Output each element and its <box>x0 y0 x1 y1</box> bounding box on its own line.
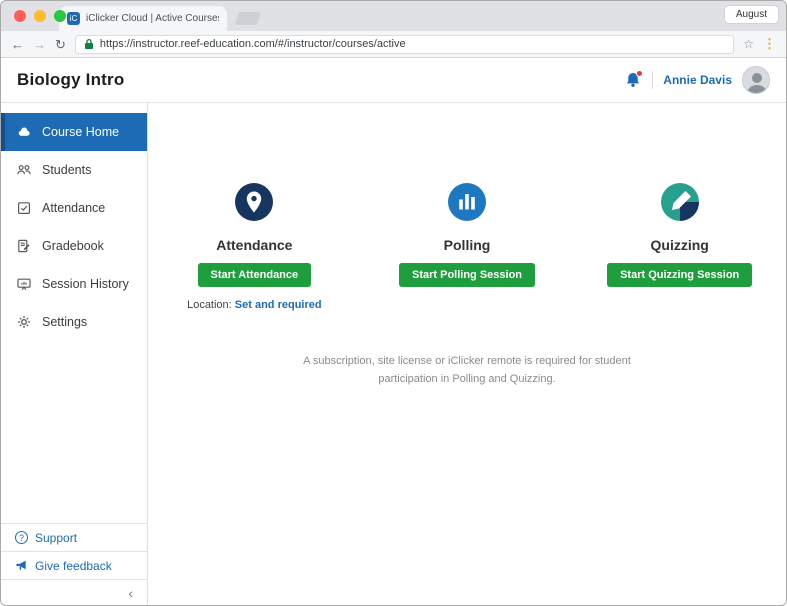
gradebook-icon <box>16 238 32 254</box>
user-menu[interactable]: Annie Davis <box>663 73 732 87</box>
tab-title: iClicker Cloud | Active Courses <box>86 13 219 24</box>
people-icon <box>16 162 32 178</box>
sidebar-item-session-history[interactable]: Session History <box>1 265 147 303</box>
sidebar-item-course-home[interactable]: Course Home <box>1 113 147 151</box>
cloud-icon <box>16 124 32 140</box>
sidebar-item-label: Settings <box>42 315 87 329</box>
date-label-button[interactable]: August <box>725 6 778 23</box>
location-label: Location: <box>187 299 232 311</box>
sidebar-item-label: Students <box>42 163 91 177</box>
note-line-2: participation in Polling and Quizzing. <box>303 371 631 389</box>
polling-card: Polling Start Polling Session <box>361 183 574 311</box>
avatar[interactable] <box>742 66 770 94</box>
reload-icon[interactable]: ↻ <box>55 38 66 51</box>
sidebar-item-students[interactable]: Students <box>1 151 147 189</box>
location-set-link[interactable]: Set and required <box>235 299 322 311</box>
new-tab-button[interactable] <box>235 12 261 25</box>
support-label: Support <box>35 531 77 545</box>
app-header: Biology Intro Annie Davis <box>1 58 786 103</box>
close-window-button[interactable] <box>14 10 26 22</box>
help-icon: ? <box>15 531 28 544</box>
card-title: Polling <box>444 237 491 253</box>
browser-menu-icon[interactable]: ⋮ <box>763 36 776 52</box>
browser-tab[interactable]: iC iClicker Cloud | Active Courses <box>59 6 227 31</box>
main-content: Attendance Start Attendance Location: Se… <box>148 103 786 605</box>
header-divider <box>652 71 653 89</box>
sidebar-item-label: Attendance <box>42 201 105 215</box>
sidebar-item-label: Course Home <box>42 125 119 139</box>
back-icon[interactable]: ← <box>11 38 24 51</box>
checklist-icon <box>16 200 32 216</box>
sidebar-item-settings[interactable]: Settings <box>1 303 147 341</box>
feedback-label: Give feedback <box>35 559 112 573</box>
zoom-window-button[interactable] <box>54 10 66 22</box>
card-title: Attendance <box>216 237 292 253</box>
start-quizzing-button[interactable]: Start Quizzing Session <box>607 263 752 287</box>
forward-icon[interactable]: → <box>33 38 46 51</box>
support-link[interactable]: ? Support <box>1 523 147 551</box>
give-feedback-link[interactable]: Give feedback <box>1 551 147 579</box>
subscription-note: A subscription, site license or iClicker… <box>303 353 631 388</box>
megaphone-icon <box>15 559 28 572</box>
note-line-1: A subscription, site license or iClicker… <box>303 353 631 371</box>
start-polling-button[interactable]: Start Polling Session <box>399 263 535 287</box>
address-bar[interactable]: https://instructor.reef-education.com/#/… <box>75 35 734 54</box>
chevron-left-icon: ‹ <box>128 585 133 601</box>
https-lock-icon <box>84 38 94 50</box>
window-controls <box>14 10 66 22</box>
browser-tab-strip: iC iClicker Cloud | Active Courses Augus… <box>1 1 786 31</box>
browser-window: iC iClicker Cloud | Active Courses Augus… <box>0 0 787 606</box>
tab-favicon: iC <box>67 12 80 25</box>
card-title: Quizzing <box>651 237 709 253</box>
bookmark-star-icon[interactable]: ☆ <box>743 37 754 51</box>
gear-icon <box>16 314 32 330</box>
notifications-bell-icon[interactable] <box>624 71 642 89</box>
url-text: https://instructor.reef-education.com/#/… <box>100 38 406 50</box>
pencil-icon <box>661 183 699 221</box>
sidebar-item-gradebook[interactable]: Gradebook <box>1 227 147 265</box>
location-meta: Location: Set and required <box>187 299 322 311</box>
browser-toolbar: ← → ↻ https://instructor.reef-education.… <box>1 31 786 58</box>
presentation-icon <box>16 276 32 292</box>
minimize-window-button[interactable] <box>34 10 46 22</box>
course-title: Biology Intro <box>17 70 124 90</box>
bar-chart-icon <box>448 183 486 221</box>
attendance-card: Attendance Start Attendance Location: Se… <box>148 183 361 311</box>
sidebar-item-label: Session History <box>42 277 129 291</box>
sidebar-item-attendance[interactable]: Attendance <box>1 189 147 227</box>
location-pin-icon <box>235 183 273 221</box>
sidebar: Course Home Students <box>1 103 148 605</box>
quizzing-card: Quizzing Start Quizzing Session <box>573 183 786 311</box>
collapse-sidebar-button[interactable]: ‹ <box>1 579 147 605</box>
sidebar-item-label: Gradebook <box>42 239 104 253</box>
start-attendance-button[interactable]: Start Attendance <box>198 263 312 287</box>
